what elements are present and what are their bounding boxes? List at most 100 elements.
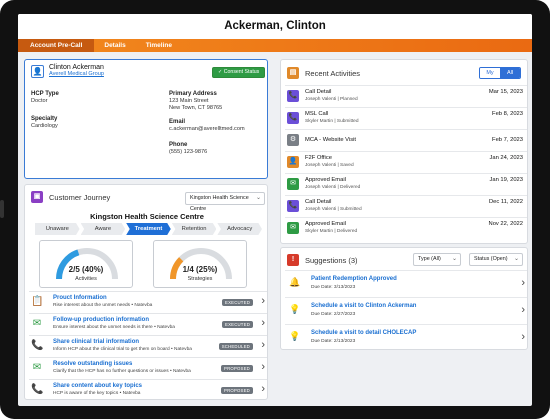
lightbulb-icon: 💡 <box>289 331 301 341</box>
clipboard-icon: 📋 <box>31 296 44 307</box>
phone-icon: 📞 <box>31 340 44 351</box>
activity-item[interactable]: 📞 MSL Call Skyler Martin | Submitted Feb… <box>285 107 527 127</box>
activity-item[interactable]: ⚙ MCA - Website Visit Feb 7, 2023 <box>285 129 527 149</box>
phone-value[interactable]: (555) 123-9876 <box>169 149 207 156</box>
activity-date: Mar 15, 2023 <box>488 89 523 95</box>
task-item[interactable]: ✉ Follow-up production information Ensur… <box>29 313 267 335</box>
email-icon: ✉ <box>32 318 42 329</box>
task-title: Resolve outstanding issues <box>53 361 133 367</box>
task-desc: HCP is aware of the key topics • Natevba <box>53 391 141 396</box>
phone-icon: 📞 <box>287 200 299 212</box>
suggestion-title: Schedule a visit to detail CHOLECAP <box>311 330 417 336</box>
activities-gauge-label: Activities <box>75 276 97 282</box>
suggestions-title: Suggestions (3) <box>305 256 358 265</box>
chevron-right-icon[interactable]: › <box>261 339 265 351</box>
email-icon: ✉ <box>287 222 299 234</box>
specialty-value: Cardiology <box>31 123 58 129</box>
status-filter-value: Status (Open) <box>474 256 508 262</box>
suggestion-due-date: Due Date: 2/27/2023 <box>311 312 356 317</box>
task-desc: Clarify that the HCP has no further ques… <box>53 369 191 374</box>
activities-title: Recent Activities <box>305 69 361 78</box>
hcp-name: Clinton Ackerman <box>49 64 104 71</box>
activity-title: Call Detail <box>305 199 332 205</box>
avatar-icon: 👤 <box>31 65 44 78</box>
activity-sub: Joseph Valenti | Submitted <box>305 207 362 212</box>
tab-account-pre-call[interactable]: Account Pre-Call <box>18 39 95 52</box>
status-badge: EXECUTED <box>222 321 253 328</box>
hcp-type-value: Doctor <box>31 98 48 104</box>
chevron-right-icon[interactable]: › <box>521 304 525 316</box>
page-title: Ackerman, Clinton <box>18 14 532 39</box>
consent-status-button[interactable]: ✓ Consent Status <box>212 67 266 78</box>
task-item[interactable]: 📞 Share content about key topics HCP is … <box>29 379 267 399</box>
activity-item[interactable]: ✉ Approved Email Skyler Martin | Deliver… <box>285 217 527 237</box>
tab-bar: Account Pre-Call Details Timeline <box>18 39 532 52</box>
suggestion-title: Schedule a visit to Clinton Ackerman <box>311 303 417 309</box>
journey-icon: ▣ <box>31 191 43 203</box>
email-label: Email <box>169 119 186 125</box>
journey-org-select-value: Kingston Health Science Centre <box>190 195 249 212</box>
suggestions-card: ! Suggestions (3) Type (All) ⌄ Status (O… <box>280 247 528 350</box>
stage-treatment[interactable]: Treatment <box>126 223 171 235</box>
email-icon: ✉ <box>287 178 299 190</box>
activity-title: Call Detail <box>305 89 332 95</box>
chevron-right-icon[interactable]: › <box>521 277 525 289</box>
activity-sub: Joseph Valenti | Delivered <box>305 185 361 190</box>
chevron-right-icon[interactable]: › <box>261 383 265 395</box>
email-value[interactable]: c.ackerman@averelltmed.com <box>169 126 245 133</box>
strategies-gauge: 1/4 (25%) Strategies <box>153 240 247 288</box>
stage-aware[interactable]: Aware <box>80 223 126 235</box>
phone-icon: 📞 <box>287 90 299 102</box>
phone-label: Phone <box>169 142 188 148</box>
tab-details[interactable]: Details <box>94 39 135 52</box>
activity-title: Approved Email <box>305 177 346 183</box>
address-line1: 123 Main Street <box>169 98 209 104</box>
stage-retention[interactable]: Retention <box>171 223 217 235</box>
journey-org-select[interactable]: Kingston Health Science Centre ⌄ <box>185 192 265 212</box>
task-desc: Rise interest about the unmet needs • Na… <box>53 303 153 308</box>
task-item[interactable]: 📞 Share clinical trial information Infor… <box>29 335 267 357</box>
chevron-right-icon[interactable]: › <box>521 331 525 343</box>
consent-status-label: Consent Status <box>223 69 260 75</box>
activity-date: Feb 8, 2023 <box>492 111 523 117</box>
activity-title: F2F Office <box>305 155 332 161</box>
suggestion-item[interactable]: 🔔 Patient Redemption Approved Due Date: … <box>285 270 527 298</box>
chevron-right-icon[interactable]: › <box>261 317 265 329</box>
hcp-org-link[interactable]: Averell Medical Group <box>49 71 104 78</box>
chevron-right-icon[interactable]: › <box>261 361 265 373</box>
task-desc: Ensure interest about the unmet needs is… <box>53 325 175 330</box>
activity-date: Feb 7, 2023 <box>492 137 523 143</box>
activity-item[interactable]: 👤 F2F Office Joseph Valenti | Saved Jan … <box>285 151 527 171</box>
activity-sub: Joseph Valenti | Saved <box>305 163 354 168</box>
activities-icon: ▤ <box>287 67 299 79</box>
activity-date: Dec 11, 2022 <box>488 199 523 205</box>
toggle-all[interactable]: All <box>500 68 520 78</box>
task-item[interactable]: 📋 Prouct Information Rise interest about… <box>29 291 267 313</box>
type-filter-select[interactable]: Type (All) ⌄ <box>413 253 461 266</box>
tab-timeline[interactable]: Timeline <box>136 39 182 52</box>
recent-activities-card: ▤ Recent Activities My All 📞 Call Detail… <box>280 59 528 244</box>
stage-unaware[interactable]: Unaware <box>35 223 80 235</box>
strategies-gauge-value: 1/4 (25%) <box>182 265 218 274</box>
activity-item[interactable]: 📞 Call Detail Joseph Valenti | Planned M… <box>285 85 527 105</box>
chevron-right-icon[interactable]: › <box>261 295 265 307</box>
alert-icon: ! <box>287 254 299 266</box>
stage-advocacy[interactable]: Advocacy <box>217 223 262 235</box>
specialty-label: Specialty <box>31 116 58 122</box>
suggestion-item[interactable]: 💡 Schedule a visit to detail CHOLECAP Du… <box>285 324 527 349</box>
activity-item[interactable]: ✉ Approved Email Joseph Valenti | Delive… <box>285 173 527 193</box>
strategies-gauge-label: Strategies <box>187 276 213 282</box>
person-icon: 👤 <box>287 156 299 168</box>
status-badge: SCHEDULED <box>218 343 253 350</box>
activity-date: Jan 19, 2023 <box>489 177 523 183</box>
toggle-my[interactable]: My <box>480 68 500 78</box>
activity-item[interactable]: 📞 Call Detail Joseph Valenti | Submitted… <box>285 195 527 215</box>
task-title: Prouct Information <box>53 295 107 301</box>
status-filter-select[interactable]: Status (Open) ⌄ <box>469 253 523 266</box>
activity-sub: Skyler Martin | Submitted <box>305 119 359 124</box>
journey-title: Customer Journey <box>49 193 111 202</box>
task-item[interactable]: ✉ Resolve outstanding issues Clarify tha… <box>29 357 267 379</box>
address-label: Primary Address <box>169 91 217 97</box>
device-frame: Ackerman, Clinton Account Pre-Call Detai… <box>0 0 550 419</box>
suggestion-item[interactable]: 💡 Schedule a visit to Clinton Ackerman D… <box>285 297 527 325</box>
